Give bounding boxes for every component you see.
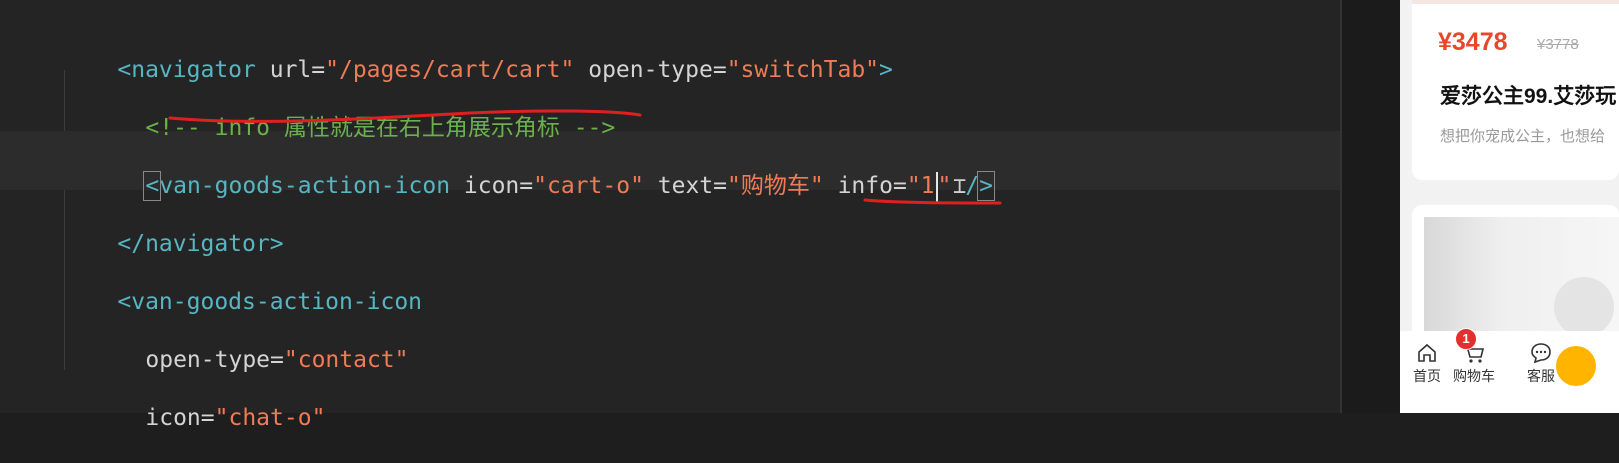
self-close-slash: / bbox=[965, 173, 980, 199]
mouse-ibeam-icon: ⌶ bbox=[953, 174, 967, 199]
value-info-close-quote: " bbox=[937, 173, 952, 199]
attr-url: url= bbox=[255, 57, 326, 83]
value-chat-o: "chat-o" bbox=[214, 405, 326, 431]
product-card[interactable]: ¥3478 ¥3778 爱莎公主99.艾莎玩 想把你宠成公主，也想给 bbox=[1412, 0, 1619, 180]
home-icon bbox=[1418, 343, 1436, 362]
tag-van-goods-action-icon-open: <van-goods-action-icon bbox=[117, 289, 423, 315]
product-desc: 想把你宠成公主，也想给 bbox=[1440, 128, 1606, 145]
product-old-price: ¥3778 bbox=[1537, 36, 1579, 53]
value-contact: "contact" bbox=[283, 347, 409, 373]
tag-van-goods-action-icon: van-goods-action-icon bbox=[159, 173, 451, 199]
matched-bracket-open: < bbox=[143, 171, 162, 201]
value-icon: "cart-o" bbox=[533, 173, 644, 199]
attr-open-type: open-type= bbox=[145, 347, 284, 373]
action-label: 首页 bbox=[1413, 369, 1441, 385]
action-home[interactable]: 首页 bbox=[1402, 340, 1452, 386]
product-image bbox=[1412, 0, 1619, 4]
value-open-type: "switchTab" bbox=[726, 57, 880, 83]
attr-icon: icon= bbox=[450, 173, 534, 199]
attr-info: info= bbox=[823, 173, 907, 199]
buy-button[interactable] bbox=[1556, 346, 1596, 386]
chat-icon bbox=[1531, 343, 1551, 364]
product-price: ¥3478 bbox=[1438, 28, 1508, 56]
tag-close-bracket: > bbox=[879, 57, 893, 83]
value-url: "/pages/cart/cart" bbox=[325, 57, 575, 83]
attr-icon: icon= bbox=[145, 405, 215, 431]
value-info: "1 bbox=[906, 173, 935, 199]
action-label: 客服 bbox=[1527, 369, 1555, 385]
panel-gap bbox=[1342, 0, 1400, 413]
product-title: 爱莎公主99.艾莎玩 bbox=[1440, 85, 1617, 108]
matched-bracket-close: > bbox=[977, 171, 995, 201]
code-line-7[interactable]: icon="chat-o" bbox=[90, 373, 325, 463]
attr-text: text= bbox=[643, 173, 728, 199]
action-cart[interactable]: 购物车 bbox=[1449, 340, 1499, 386]
code-comment: <!-- info 属性就是在右上角展示角标 --> bbox=[145, 115, 616, 141]
tag-navigator-open: <navigator bbox=[117, 57, 256, 83]
code-editor[interactable]: <navigator url="/pages/cart/cart" open-t… bbox=[0, 0, 1342, 431]
value-text: "购物车" bbox=[727, 173, 824, 199]
action-label: 购物车 bbox=[1453, 369, 1495, 385]
attr-open-type: open-type= bbox=[574, 57, 727, 83]
cart-badge: 1 bbox=[1455, 328, 1477, 350]
tag-navigator-close: </navigator> bbox=[117, 231, 284, 257]
